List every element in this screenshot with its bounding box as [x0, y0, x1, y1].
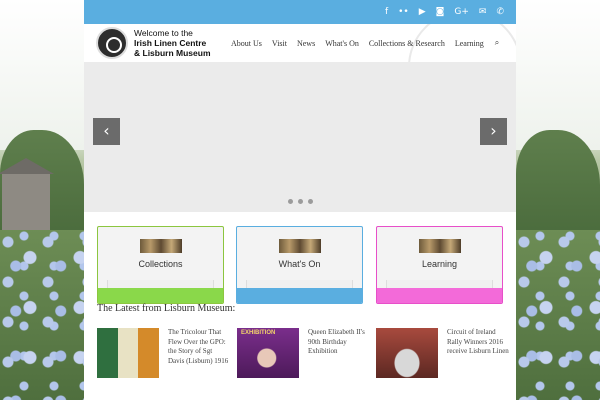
- card-color-bar: [377, 288, 502, 303]
- nav-whats-on[interactable]: What's On: [320, 39, 364, 48]
- main-content: Collections What's On Learning The Lates…: [84, 212, 516, 400]
- background-right: [516, 0, 600, 400]
- nav-about-us[interactable]: About Us: [226, 39, 267, 48]
- slider-dot-3[interactable]: [307, 199, 313, 204]
- phone-icon[interactable]: ✆: [496, 0, 504, 24]
- site-title-line3: & Lisburn Museum: [134, 48, 211, 58]
- news-title-link[interactable]: Circuit of Ireland Rally Winners 2016 re…: [447, 328, 509, 357]
- news-title-link[interactable]: The Tricolour That Flew Over the GPO: th…: [168, 328, 230, 366]
- news-title-link[interactable]: Queen Elizabeth II's 90th Birthday Exhib…: [308, 328, 370, 357]
- card-whats-on[interactable]: What's On: [236, 226, 363, 304]
- slider-dot-2[interactable]: [297, 199, 303, 204]
- social-links: f •• ▶ ◙ G+ ✉ ✆: [385, 0, 504, 24]
- slider-next-button[interactable]: ›: [480, 118, 507, 145]
- card-title: Learning: [421, 259, 458, 269]
- google-plus-icon[interactable]: G+: [454, 0, 469, 24]
- nav-visit[interactable]: Visit: [267, 39, 292, 48]
- news-thumbnail[interactable]: [97, 328, 159, 378]
- main-nav: About Us Visit News What's On Collection…: [226, 24, 499, 62]
- latest-heading: The Latest from Lisburn Museum:: [97, 303, 236, 314]
- email-icon[interactable]: ✉: [479, 0, 487, 24]
- top-bar: f •• ▶ ◙ G+ ✉ ✆: [84, 0, 516, 24]
- nav-learning[interactable]: Learning: [450, 39, 489, 48]
- news-thumbnail[interactable]: EXHIBITION: [237, 328, 299, 378]
- flickr-icon[interactable]: ••: [398, 0, 409, 24]
- card-collections[interactable]: Collections: [97, 226, 224, 304]
- instagram-icon[interactable]: ◙: [436, 0, 445, 24]
- youtube-icon[interactable]: ▶: [419, 0, 426, 24]
- slider-dots: [84, 199, 516, 204]
- slider-prev-button[interactable]: ‹: [93, 118, 120, 145]
- site-title-line1: Welcome to the: [134, 28, 193, 38]
- background-left: [0, 0, 84, 400]
- site-header: Welcome to the Irish Linen Centre & Lisb…: [84, 24, 516, 62]
- card-title: Collections: [138, 259, 183, 269]
- hero-slider: ‹ ›: [84, 62, 516, 212]
- site-title-line2: Irish Linen Centre: [134, 38, 207, 48]
- card-thumbnail: [279, 239, 321, 253]
- card-learning[interactable]: Learning: [376, 226, 503, 304]
- background-house: [0, 158, 54, 234]
- news-thumbnail[interactable]: [376, 328, 438, 378]
- facebook-icon[interactable]: f: [385, 0, 388, 24]
- nav-news[interactable]: News: [292, 39, 320, 48]
- card-title: What's On: [278, 259, 321, 269]
- news-thumbnail-text: EXHIBITION: [241, 330, 276, 336]
- news-item[interactable]: The Tricolour That Flew Over the GPO: th…: [97, 328, 230, 380]
- news-item[interactable]: Circuit of Ireland Rally Winners 2016 re…: [376, 328, 509, 380]
- site-title[interactable]: Welcome to the Irish Linen Centre & Lisb…: [134, 28, 211, 58]
- news-item[interactable]: EXHIBITION Queen Elizabeth II's 90th Bir…: [237, 328, 367, 380]
- slider-dot-1[interactable]: [287, 199, 293, 204]
- card-color-bar: [98, 288, 223, 303]
- card-thumbnail: [140, 239, 182, 253]
- card-thumbnail: [419, 239, 461, 253]
- nav-collections-research[interactable]: Collections & Research: [364, 39, 450, 48]
- museum-logo-icon[interactable]: [96, 27, 128, 59]
- card-color-bar: [237, 288, 362, 303]
- search-icon[interactable]: ⌕: [489, 38, 499, 48]
